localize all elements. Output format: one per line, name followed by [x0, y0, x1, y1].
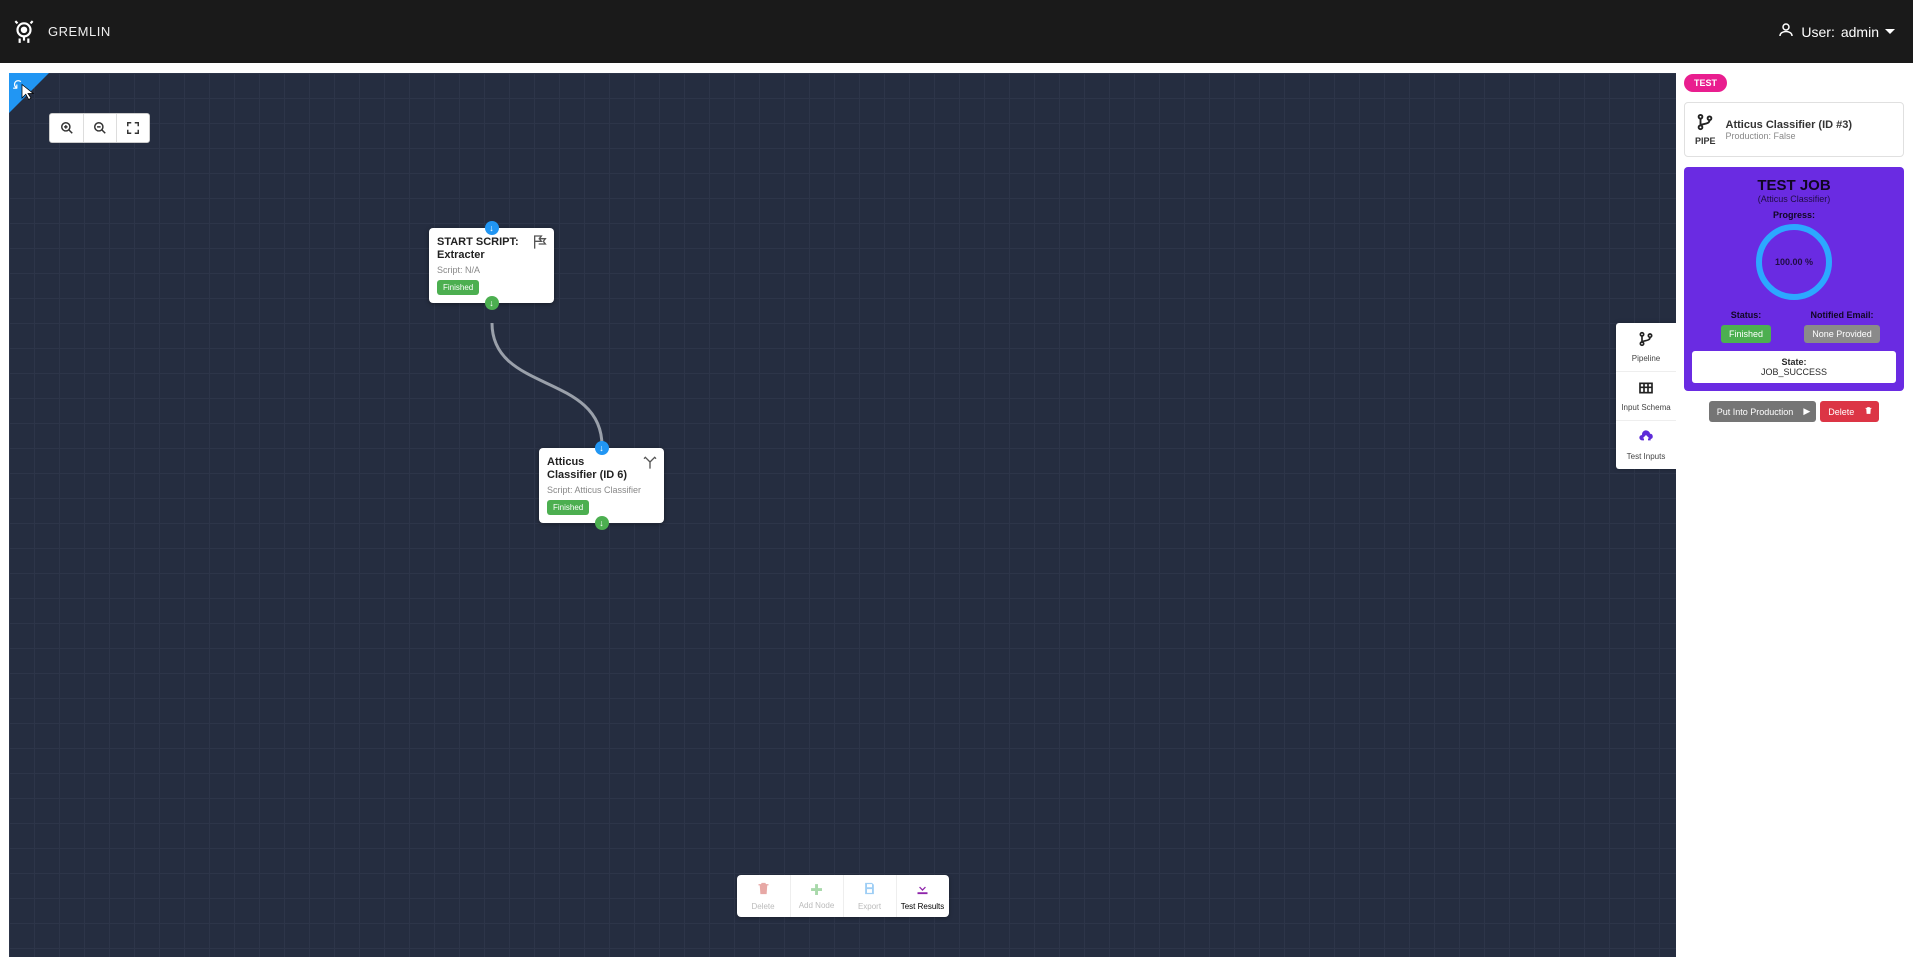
node-output-port[interactable]: ↓	[485, 296, 499, 310]
user-label-prefix: User:	[1801, 24, 1834, 40]
job-status-row: Status: Finished Notified Email: None Pr…	[1692, 310, 1896, 343]
cloud-upload-icon	[1620, 429, 1672, 449]
table-icon	[1620, 380, 1672, 400]
toolbar-label: Export	[858, 902, 881, 911]
email-badge: None Provided	[1804, 325, 1880, 343]
brand-logo-icon	[10, 18, 38, 46]
node-title: START SCRIPT: Extracter	[437, 236, 546, 262]
side-tool-test-inputs[interactable]: Test Inputs	[1616, 420, 1676, 469]
delete-pipeline-trash-icon[interactable]	[1858, 401, 1879, 422]
node-script-label: Script: N/A	[437, 265, 546, 275]
edge-line	[9, 73, 1676, 957]
brand-text: GREMLIN	[48, 24, 111, 39]
email-label: Notified Email:	[1794, 310, 1890, 320]
job-state-box: State: JOB_SUCCESS	[1692, 351, 1896, 383]
node-status-badge: Finished	[437, 280, 479, 295]
zoom-in-button[interactable]	[50, 114, 83, 142]
back-button[interactable]: ↶	[9, 73, 49, 113]
side-tool-input-schema[interactable]: Input Schema	[1616, 371, 1676, 420]
brand: GREMLIN	[10, 18, 111, 46]
back-arrow-icon: ↶	[9, 75, 28, 95]
toolbar-add-node-button[interactable]: ✚ Add Node	[790, 875, 843, 917]
top-header: GREMLIN User: admin	[0, 0, 1913, 63]
bottom-toolbar: Delete ✚ Add Node Export Test Results	[737, 875, 949, 917]
side-tool-label: Input Schema	[1621, 403, 1670, 412]
toolbar-test-results-button[interactable]: Test Results	[896, 875, 949, 917]
job-progress-label: Progress:	[1692, 210, 1896, 220]
pipeline-subtitle: Production: False	[1726, 131, 1853, 141]
pipeline-node[interactable]: ↓ Atticus Classifier (ID 6) Script: Atti…	[539, 448, 664, 523]
toolbar-delete-button[interactable]: Delete	[737, 875, 790, 917]
git-branch-icon	[1620, 331, 1672, 351]
pipe-icon: PIPE	[1695, 113, 1716, 146]
job-title: TEST JOB	[1692, 177, 1896, 194]
mode-pill: TEST	[1684, 74, 1727, 92]
right-panel: TEST PIPE Atticus Classifier (ID #3) Pro…	[1684, 73, 1904, 957]
job-progress-donut: 100.00 %	[1756, 224, 1832, 300]
job-card: TEST JOB (Atticus Classifier) Progress: …	[1684, 167, 1904, 391]
node-title: Atticus Classifier (ID 6)	[547, 456, 656, 482]
pipe-label: PIPE	[1695, 136, 1716, 146]
toolbar-label: Test Results	[901, 902, 945, 911]
mode-pill-wrap: TEST	[1684, 73, 1904, 92]
toolbar-export-button[interactable]: Export	[843, 875, 896, 917]
pipeline-canvas[interactable]: ↶ ↓ START SCRIPT: Extracter	[9, 73, 1676, 957]
save-icon	[848, 881, 892, 900]
zoom-fit-button[interactable]	[116, 114, 149, 142]
download-icon	[901, 881, 945, 900]
side-tool-label: Pipeline	[1632, 354, 1660, 363]
branch-icon	[642, 454, 658, 473]
pipeline-info-card: PIPE Atticus Classifier (ID #3) Producti…	[1684, 102, 1904, 157]
job-progress-value: 100.00 %	[1775, 257, 1813, 267]
status-label: Status:	[1698, 310, 1794, 320]
node-input-port[interactable]: ↓	[595, 441, 609, 455]
pipeline-node[interactable]: ↓ START SCRIPT: Extracter Script: N/A Fi…	[429, 228, 554, 303]
user-menu[interactable]: User: admin	[1777, 21, 1895, 42]
canvas-side-tools: Pipeline Input Schema Test Inputs	[1616, 323, 1676, 469]
state-value: JOB_SUCCESS	[1696, 367, 1892, 377]
put-into-production-button[interactable]: Put Into Production	[1709, 401, 1802, 422]
flags-icon	[532, 234, 548, 253]
node-output-port[interactable]: ↓	[595, 516, 609, 530]
toolbar-label: Delete	[751, 902, 774, 911]
trash-icon	[741, 881, 786, 900]
node-input-port[interactable]: ↓	[485, 221, 499, 235]
main-area: ↶ ↓ START SCRIPT: Extracter	[9, 73, 1904, 957]
zoom-controls	[49, 113, 150, 143]
side-tool-label: Test Inputs	[1627, 452, 1666, 461]
plus-icon: ✚	[795, 881, 839, 899]
state-label: State:	[1696, 357, 1892, 367]
pipeline-title: Atticus Classifier (ID #3)	[1726, 119, 1853, 131]
user-icon	[1777, 21, 1795, 42]
toolbar-label: Add Node	[799, 901, 835, 910]
side-tool-pipeline[interactable]: Pipeline	[1616, 323, 1676, 371]
user-name: admin	[1841, 24, 1879, 40]
delete-pipeline-button[interactable]: Delete	[1820, 401, 1862, 422]
actions-row: Put Into Production ▶ Delete	[1684, 401, 1904, 422]
zoom-out-button[interactable]	[83, 114, 116, 142]
job-subtitle: (Atticus Classifier)	[1692, 194, 1896, 204]
status-badge: Finished	[1721, 325, 1771, 343]
node-status-badge: Finished	[547, 500, 589, 515]
put-into-production-play-icon[interactable]: ▶	[1797, 401, 1816, 422]
node-script-label: Script: Atticus Classifier	[547, 485, 656, 495]
chevron-down-icon	[1885, 29, 1895, 34]
